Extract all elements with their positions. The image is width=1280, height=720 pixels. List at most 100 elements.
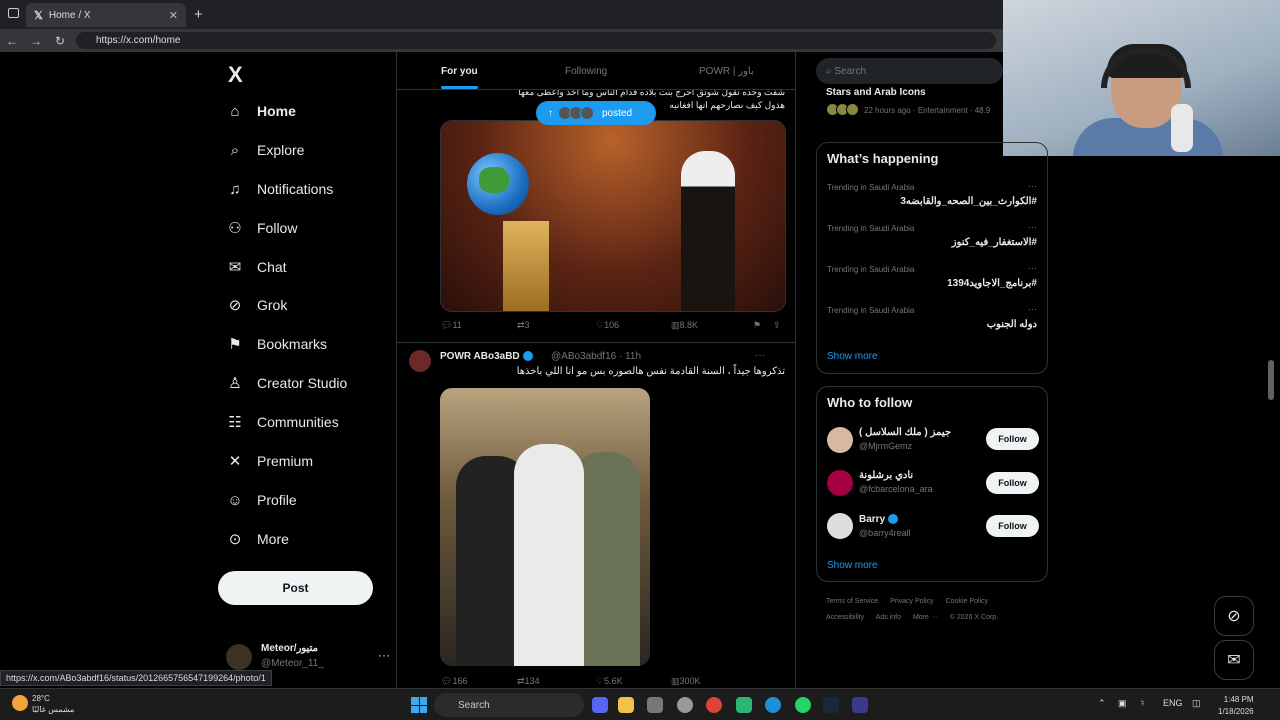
sidebar-item-creator-studio[interactable]: ♙ Creator Studio — [226, 374, 347, 392]
x-logo[interactable]: X — [228, 62, 243, 88]
trend-category: Trending in Saudi Arabia — [827, 183, 915, 192]
new-tab-button[interactable]: + — [194, 6, 203, 23]
new-posts-pill[interactable]: ↑ posted — [536, 101, 656, 125]
verified-icon — [522, 351, 533, 362]
app-icon[interactable] — [736, 697, 752, 713]
footer-link[interactable]: Terms of Service — [826, 598, 878, 605]
taskbar-search[interactable]: Search — [434, 693, 584, 717]
trend-more-icon[interactable]: ··· — [1028, 222, 1037, 232]
avatar[interactable] — [827, 470, 853, 496]
search-input[interactable]: ⌕ Search — [816, 58, 1003, 84]
footer-link[interactable]: More ··· — [913, 614, 938, 621]
tab-following[interactable]: Following — [565, 66, 607, 77]
address-bar-row: ← → ↻ https://x.com/home — [0, 29, 1003, 52]
grok-fab-icon[interactable]: ⊘ — [1214, 596, 1254, 636]
microphone-icon[interactable]: ♮ — [1141, 698, 1144, 709]
footer-link[interactable]: Cookie Policy — [946, 598, 988, 605]
suggestion-name[interactable]: Barry — [859, 514, 899, 525]
sidebar-item-chat[interactable]: ✉ Chat — [226, 258, 287, 276]
app-icon[interactable] — [852, 697, 868, 713]
follow-button[interactable]: Follow — [986, 472, 1039, 494]
retweet-button[interactable]: ⇄ 134 — [517, 676, 540, 687]
avatar[interactable] — [409, 350, 431, 372]
tweet-author-name[interactable]: POWR ABo3aBD — [440, 351, 533, 362]
account-switcher[interactable]: Meteor/متيور @Meteor_11_ ··· — [226, 640, 390, 674]
messages-fab-icon[interactable]: ✉ — [1214, 640, 1254, 680]
like-button[interactable]: ♡ 106 — [596, 320, 619, 331]
footer-link[interactable]: Ads info — [876, 614, 901, 621]
suggestion-name[interactable]: نادي برشلونة — [859, 470, 913, 481]
share-icon[interactable]: ⇪ — [773, 320, 781, 331]
window-menu-icon[interactable] — [8, 8, 19, 18]
like-count: 106 — [604, 320, 620, 330]
like-button[interactable]: ♡ 5.6K — [596, 676, 623, 687]
reload-icon[interactable]: ↻ — [48, 34, 72, 48]
url-field[interactable]: https://x.com/home — [76, 32, 996, 49]
trend-item[interactable]: #برنامج_الاجاويد1394 — [947, 278, 1037, 289]
file-explorer-icon[interactable] — [618, 697, 634, 713]
back-icon[interactable]: ← — [0, 34, 24, 48]
avatar[interactable] — [827, 513, 853, 539]
tab-for-you[interactable]: For you — [441, 66, 478, 77]
close-tab-icon[interactable]: ✕ — [169, 9, 178, 22]
follow-button[interactable]: Follow — [986, 515, 1039, 537]
discord-icon[interactable] — [592, 697, 608, 713]
bookmark-icon[interactable]: ⚑ — [753, 320, 761, 331]
avatar[interactable] — [827, 427, 853, 453]
trend-more-icon[interactable]: ··· — [1028, 304, 1037, 314]
account-more-icon[interactable]: ··· — [378, 648, 390, 662]
suggestion-name[interactable]: جيمز ( ملك السلاسل ) — [859, 427, 951, 438]
views-button[interactable]: ▥ 300K — [671, 676, 701, 687]
page-scrollbar[interactable] — [1268, 360, 1274, 400]
views-button[interactable]: ▥ 8.8K — [671, 320, 698, 331]
trend-more-icon[interactable]: ··· — [1028, 263, 1037, 273]
browser-tab-home[interactable]: 𝕏 Home / X ✕ — [26, 3, 186, 27]
retweet-button[interactable]: ⇄ 3 — [517, 320, 530, 331]
language-indicator[interactable]: ENG — [1163, 698, 1183, 708]
settings-icon[interactable] — [677, 697, 693, 713]
right-sidebar: ⌕ Search Stars and Arab Icons 22 hours a… — [816, 52, 1050, 682]
divider — [397, 342, 795, 343]
chevron-up-icon[interactable]: ⌃ — [1098, 698, 1106, 709]
tweet-media-image[interactable] — [440, 388, 650, 666]
sidebar-item-follow[interactable]: ⚇ Follow — [226, 219, 297, 237]
sidebar-item-notifications[interactable]: ♫ Notifications — [226, 180, 333, 198]
reply-button[interactable]: 💬︎ 11 — [441, 320, 462, 331]
chrome-icon[interactable] — [706, 697, 722, 713]
like-count: 5.6K — [604, 676, 623, 686]
weather-widget[interactable]: 28°C مشمس غالبًا — [12, 693, 74, 715]
show-more-link[interactable]: Show more — [827, 560, 878, 571]
show-more-link[interactable]: Show more — [827, 351, 878, 362]
reply-button[interactable]: 💬︎ 166 — [441, 676, 467, 687]
tray-app-icon[interactable]: ▣ — [1118, 698, 1127, 709]
sidebar-item-communities[interactable]: ☷ Communities — [226, 413, 338, 431]
post-button[interactable]: Post — [218, 571, 373, 605]
trend-item[interactable]: دوله الجنوب — [987, 319, 1037, 330]
trend-item[interactable]: #الكوارث_بين_الصحه_والقابضه3 — [900, 196, 1037, 207]
whatsapp-icon[interactable] — [795, 697, 811, 713]
sidebar-item-home[interactable]: ⌂ Home — [226, 102, 295, 120]
tweet-more-icon[interactable]: ··· — [755, 350, 765, 361]
footer-link[interactable]: Accessibility — [826, 614, 864, 621]
sidebar-item-premium[interactable]: ✕ Premium — [226, 452, 313, 470]
trend-item[interactable]: #الاستغفار_فيه_كنوز — [952, 237, 1037, 248]
steam-icon[interactable] — [823, 697, 839, 713]
sidebar-item-more[interactable]: ⊙ More — [226, 530, 289, 548]
sidebar-item-label: Explore — [257, 142, 305, 158]
tweet-media-image[interactable] — [440, 120, 786, 312]
store-icon[interactable] — [647, 697, 663, 713]
trend-title[interactable]: Stars and Arab Icons — [826, 87, 926, 98]
clock[interactable]: 1:48 PM 1/18/2026 — [1218, 694, 1254, 718]
network-icon[interactable]: ◫ — [1192, 698, 1201, 709]
trend-more-icon[interactable]: ··· — [1028, 181, 1037, 191]
forward-icon[interactable]: → — [24, 34, 48, 48]
tab-powr[interactable]: POWR | باور — [699, 66, 754, 77]
start-icon[interactable] — [411, 697, 427, 713]
sidebar-item-profile[interactable]: ☺ Profile — [226, 491, 296, 509]
sidebar-item-bookmarks[interactable]: ⚑ Bookmarks — [226, 335, 327, 353]
sidebar-item-grok[interactable]: ⊘ Grok — [226, 296, 288, 314]
footer-link[interactable]: Privacy Policy — [890, 598, 934, 605]
follow-button[interactable]: Follow — [986, 428, 1039, 450]
sidebar-item-explore[interactable]: ⌕ Explore — [226, 141, 305, 159]
edge-icon[interactable] — [765, 697, 781, 713]
